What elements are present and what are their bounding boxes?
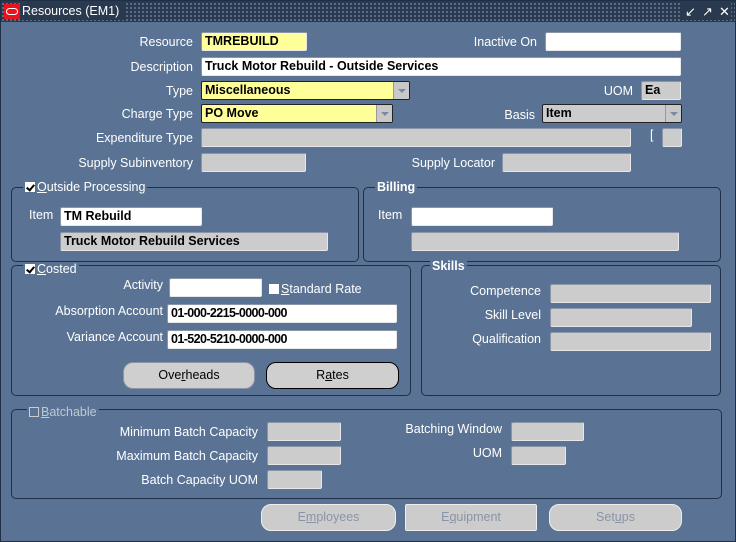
inactive-on-label: Inactive On <box>473 35 537 49</box>
uom-field[interactable]: Ea <box>641 81 681 100</box>
max-batch-capacity-label: Maximum Batch Capacity <box>116 449 258 463</box>
batching-window-field[interactable] <box>511 422 584 441</box>
absorption-account-label: Absorption Account <box>55 304 163 318</box>
checkbox-unchecked-icon[interactable] <box>269 284 279 294</box>
supply-subinventory-label: Supply Subinventory <box>78 156 193 170</box>
uom-label: UOM <box>603 84 633 98</box>
checkbox-unchecked-icon[interactable] <box>29 407 39 417</box>
standard-rate-checkbox[interactable]: Standard Rate <box>269 282 362 296</box>
overheads-button[interactable]: Overheads <box>123 362 255 389</box>
min-batch-capacity-field[interactable] <box>267 422 341 441</box>
outside-processing-checkbox[interactable]: Outside Processing <box>23 180 148 194</box>
type-label: Type <box>165 84 193 98</box>
chevron-down-icon[interactable] <box>376 105 392 122</box>
basis-label: Basis <box>504 108 535 122</box>
resource-field[interactable]: TMREBUILD <box>201 32 307 51</box>
rates-button[interactable]: Rates <box>266 362 399 389</box>
description-field[interactable]: Truck Motor Rebuild - Outside Services <box>201 57 681 76</box>
type-dropdown[interactable]: Miscellaneous <box>201 81 410 100</box>
activity-label: Activity <box>123 278 163 292</box>
close-icon[interactable]: ✕ <box>718 3 731 20</box>
charge-type-value: PO Move <box>205 106 259 120</box>
equipment-button[interactable]: Equipment <box>405 504 537 531</box>
basis-dropdown[interactable]: Item <box>542 104 682 123</box>
supply-locator-label: Supply Locator <box>411 156 495 170</box>
batch-capacity-uom-label: Batch Capacity UOM <box>141 473 258 487</box>
supply-locator-field[interactable] <box>502 153 631 172</box>
basis-value: Item <box>546 106 572 120</box>
skill-level-label: Skill Level <box>484 308 541 322</box>
op-item-label: Item <box>29 208 54 222</box>
batch-capacity-uom-field[interactable] <box>267 470 322 489</box>
min-batch-capacity-label: Minimum Batch Capacity <box>119 425 258 439</box>
op-item-field[interactable]: TM Rebuild <box>60 207 202 226</box>
description-label: Description <box>130 60 193 74</box>
oracle-logo-icon <box>4 4 20 19</box>
employees-button[interactable]: Employees <box>261 504 396 531</box>
supply-subinventory-field[interactable] <box>201 153 306 172</box>
skill-level-field[interactable] <box>550 308 692 327</box>
activity-field[interactable] <box>169 278 262 297</box>
max-batch-capacity-field[interactable] <box>267 446 341 465</box>
billing-title: Billing <box>375 180 418 194</box>
setups-button[interactable]: Setups <box>549 504 682 531</box>
skills-title: Skills <box>430 259 467 273</box>
chevron-down-icon[interactable] <box>665 105 681 122</box>
costed-checkbox[interactable]: Costed <box>23 262 79 276</box>
billing-item-label: Item <box>378 208 403 222</box>
variance-account-label: Variance Account <box>66 330 163 344</box>
expenditure-type-field[interactable] <box>201 128 631 147</box>
title-bar[interactable]: Resources (EM1) ↙ ↗ ✕ <box>1 1 735 22</box>
checkbox-checked-icon[interactable] <box>25 264 35 274</box>
resources-window: Resources (EM1) ↙ ↗ ✕ Resource TMREBUILD… <box>0 0 736 542</box>
batching-window-uom-field[interactable] <box>511 446 566 465</box>
op-item-description: Truck Motor Rebuild Services <box>60 232 328 251</box>
charge-type-label: Charge Type <box>121 107 193 121</box>
charge-type-dropdown[interactable]: PO Move <box>201 104 393 123</box>
resource-label: Resource <box>139 35 194 49</box>
chevron-down-icon[interactable] <box>393 82 409 99</box>
maximize-icon[interactable]: ↗ <box>701 3 714 20</box>
minimize-icon[interactable]: ↙ <box>684 3 697 20</box>
batching-window-label: Batching Window <box>405 422 502 436</box>
type-value: Miscellaneous <box>205 83 291 97</box>
competence-label: Competence <box>470 284 541 298</box>
window-title: Resources (EM1) <box>22 3 126 20</box>
bracket-text: [ <box>650 128 654 142</box>
billing-item-description <box>411 232 679 251</box>
absorption-account-field[interactable]: 01-000-2215-0000-000 <box>167 304 397 323</box>
expenditure-type-label: Expenditure Type <box>95 131 193 145</box>
billing-item-field[interactable] <box>411 207 553 226</box>
batchable-checkbox[interactable]: Batchable <box>27 405 99 419</box>
batching-window-uom-label: UOM <box>472 446 502 460</box>
descriptive-flexfield[interactable] <box>662 128 682 147</box>
competence-field[interactable] <box>550 284 711 303</box>
qualification-field[interactable] <box>550 332 711 351</box>
checkbox-checked-icon[interactable] <box>25 182 35 192</box>
inactive-on-field[interactable] <box>545 32 681 51</box>
variance-account-field[interactable]: 01-520-5210-0000-000 <box>167 330 397 349</box>
qualification-label: Qualification <box>472 332 541 346</box>
